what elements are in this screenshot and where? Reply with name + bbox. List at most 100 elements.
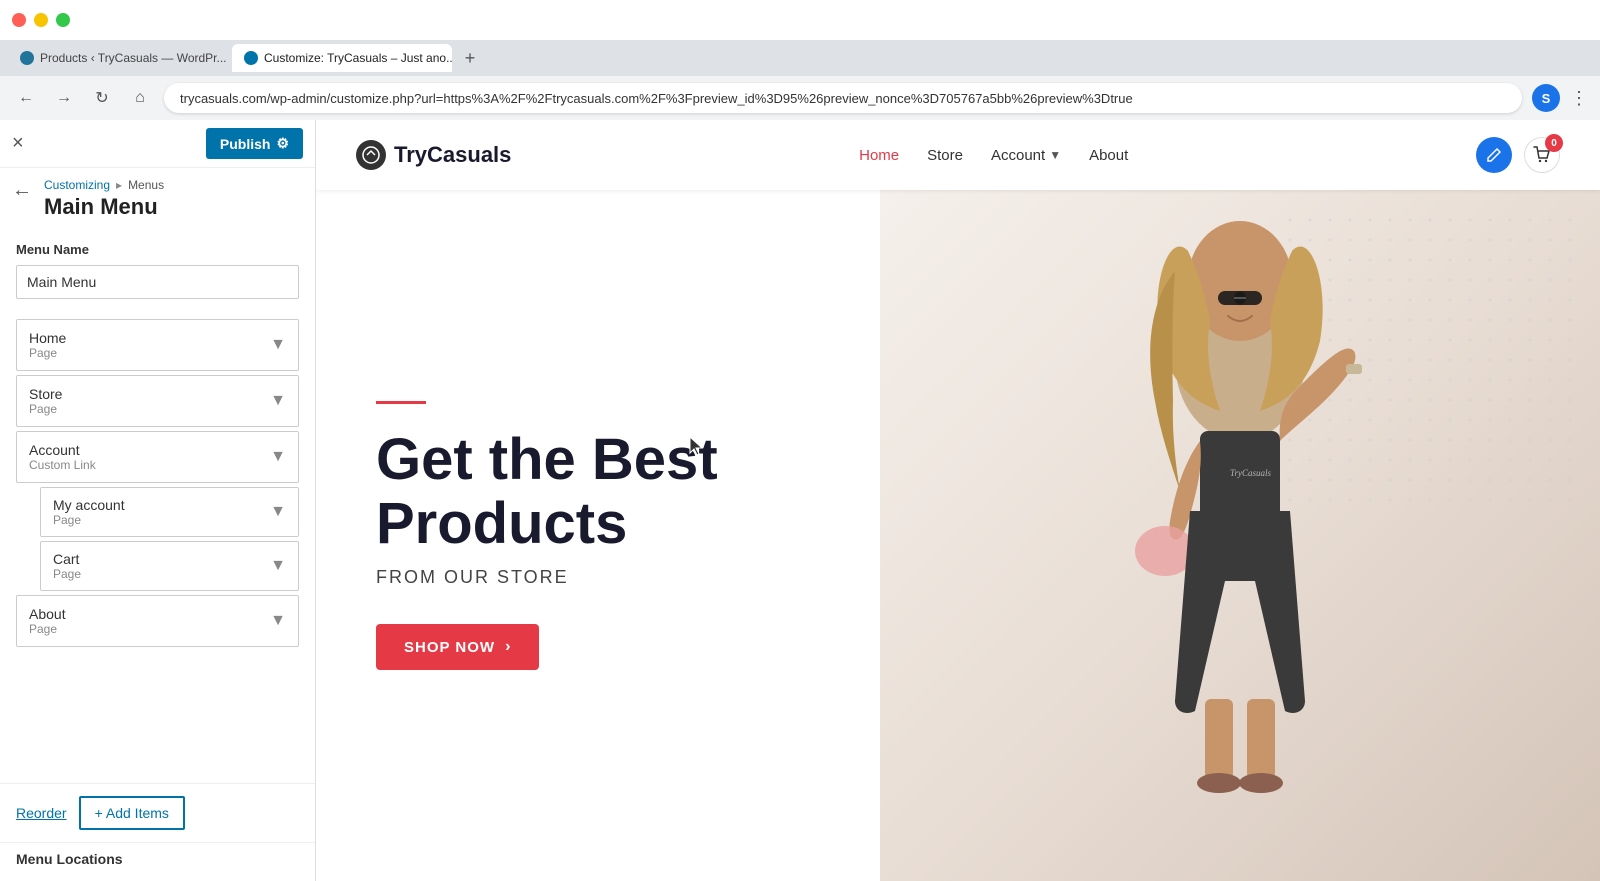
address-bar: ← → ↻ ⌂ S ⋮ bbox=[0, 76, 1600, 120]
publish-button[interactable]: Publish ⚙ bbox=[206, 128, 303, 159]
browser-menu-button[interactable]: ⋮ bbox=[1570, 88, 1588, 109]
back-to-customizing-button[interactable]: ← bbox=[0, 168, 44, 212]
tabs-bar: Products ‹ TryCasuals — WordPr... × Cust… bbox=[0, 40, 1600, 76]
back-icon: ← bbox=[18, 89, 34, 107]
tab-favicon-products bbox=[20, 51, 34, 65]
nav-link-home[interactable]: Home bbox=[859, 147, 899, 164]
shop-now-button[interactable]: SHOP NOW › bbox=[376, 624, 539, 670]
menu-items-list: Home Page ▼ Store Page ▼ Account Custom … bbox=[0, 311, 315, 783]
menu-item-cart-type: Page bbox=[53, 567, 81, 581]
menu-item-myaccount-type: Page bbox=[53, 513, 125, 527]
window-minimize-btn[interactable] bbox=[34, 13, 48, 27]
menu-item-account[interactable]: Account Custom Link ▼ bbox=[16, 431, 299, 483]
nav-link-about[interactable]: About bbox=[1089, 147, 1128, 164]
menu-item-myaccount-arrow: ▼ bbox=[270, 503, 286, 521]
menu-item-account-type: Custom Link bbox=[29, 458, 96, 472]
menu-item-home-type: Page bbox=[29, 346, 66, 360]
shop-arrow-icon: › bbox=[505, 638, 511, 656]
menu-item-cart-name: Cart bbox=[53, 551, 81, 567]
menu-actions: Reorder + Add Items bbox=[0, 783, 315, 842]
window-controls bbox=[12, 13, 70, 27]
nav-account-label: Account bbox=[991, 147, 1045, 164]
cart-badge: 0 bbox=[1545, 134, 1563, 152]
menu-item-account-name: Account bbox=[29, 442, 96, 458]
account-dropdown-icon: ▼ bbox=[1049, 148, 1061, 162]
tab-label-products: Products ‹ TryCasuals — WordPr... bbox=[40, 51, 227, 65]
menu-name-label: Menu Name bbox=[16, 242, 299, 257]
hero-divider bbox=[376, 401, 426, 404]
menu-item-store-arrow: ▼ bbox=[270, 392, 286, 410]
browser-chrome: Products ‹ TryCasuals — WordPr... × Cust… bbox=[0, 0, 1600, 120]
tab-label-customize: Customize: TryCasuals – Just ano... bbox=[264, 51, 452, 65]
hero-heading: Get the Best Products bbox=[376, 428, 856, 556]
hero-subheading: FROM OUR STORE bbox=[376, 567, 856, 588]
forward-icon: → bbox=[56, 89, 72, 107]
customizer-close-button[interactable]: × bbox=[12, 132, 24, 155]
header-icons: 0 bbox=[1476, 137, 1560, 173]
menu-name-section: Menu Name bbox=[0, 230, 315, 311]
customizer-topbar: × Publish ⚙ bbox=[0, 120, 315, 168]
forward-button[interactable]: → bbox=[50, 84, 78, 112]
svg-text:TryCasuals: TryCasuals bbox=[1230, 468, 1272, 478]
hero-image: TryCasuals bbox=[880, 190, 1600, 881]
menu-item-about-arrow: ▼ bbox=[270, 612, 286, 630]
breadcrumb: Customizing ▸ Menus bbox=[44, 178, 315, 192]
menu-locations-label: Menu Locations bbox=[16, 851, 123, 867]
menu-item-account-arrow: ▼ bbox=[270, 448, 286, 466]
tab-favicon-customize bbox=[244, 51, 258, 65]
menu-item-cart-arrow: ▼ bbox=[270, 557, 286, 575]
breadcrumb-current: Menus bbox=[128, 178, 164, 192]
reorder-button[interactable]: Reorder bbox=[16, 805, 67, 821]
menu-item-home-name: Home bbox=[29, 330, 66, 346]
edit-pencil-button[interactable] bbox=[1476, 137, 1512, 173]
preview-area: TryCasuals Home Store Account ▼ About bbox=[316, 120, 1600, 881]
menu-item-cart[interactable]: Cart Page ▼ bbox=[40, 541, 299, 591]
menu-item-about-type: Page bbox=[29, 622, 66, 636]
menu-item-store[interactable]: Store Page ▼ bbox=[16, 375, 299, 427]
main-layout: × Publish ⚙ ← Customizing ▸ Menus Main M… bbox=[0, 120, 1600, 881]
window-close-btn[interactable] bbox=[12, 13, 26, 27]
logo-icon bbox=[356, 140, 386, 170]
home-icon: ⌂ bbox=[135, 89, 145, 107]
tab-products[interactable]: Products ‹ TryCasuals — WordPr... × bbox=[8, 44, 228, 72]
breadcrumb-parent-link[interactable]: Customizing bbox=[44, 178, 110, 192]
hero-heading-line1: Get the Best bbox=[376, 427, 718, 492]
menu-item-home-arrow: ▼ bbox=[270, 336, 286, 354]
profile-button[interactable]: S bbox=[1532, 84, 1560, 112]
site-header: TryCasuals Home Store Account ▼ About bbox=[316, 120, 1600, 190]
publish-label: Publish bbox=[220, 136, 271, 152]
title-bar bbox=[0, 0, 1600, 40]
menu-item-about-name: About bbox=[29, 606, 66, 622]
menu-item-about[interactable]: About Page ▼ bbox=[16, 595, 299, 647]
nav-link-store[interactable]: Store bbox=[927, 147, 963, 164]
back-button[interactable]: ← bbox=[12, 84, 40, 112]
customizer-sidebar: × Publish ⚙ ← Customizing ▸ Menus Main M… bbox=[0, 120, 316, 881]
tab-customize[interactable]: Customize: TryCasuals – Just ano... × bbox=[232, 44, 452, 72]
add-items-button[interactable]: + Add Items bbox=[79, 796, 185, 830]
menu-locations-section: Menu Locations bbox=[0, 842, 315, 881]
menu-item-store-name: Store bbox=[29, 386, 62, 402]
home-button[interactable]: ⌂ bbox=[126, 84, 154, 112]
window-maximize-btn[interactable] bbox=[56, 13, 70, 27]
address-input[interactable] bbox=[164, 83, 1522, 113]
menu-name-input[interactable] bbox=[16, 265, 299, 299]
menu-item-myaccount[interactable]: My account Page ▼ bbox=[40, 487, 299, 537]
hero-section: Get the Best Products FROM OUR STORE SHO… bbox=[316, 190, 1600, 881]
shop-now-label: SHOP NOW bbox=[404, 639, 495, 656]
cart-button[interactable]: 0 bbox=[1524, 137, 1560, 173]
site-nav: Home Store Account ▼ About bbox=[859, 147, 1128, 164]
section-title: Main Menu bbox=[44, 194, 315, 220]
back-chevron-icon: ← bbox=[12, 179, 32, 202]
close-icon: × bbox=[12, 132, 24, 155]
hero-heading-line2: Products bbox=[376, 491, 627, 556]
breadcrumb-area: ← Customizing ▸ Menus Main Menu bbox=[0, 168, 315, 230]
refresh-icon: ↻ bbox=[95, 88, 108, 108]
menu-item-myaccount-name: My account bbox=[53, 497, 125, 513]
menu-item-store-type: Page bbox=[29, 402, 62, 416]
new-tab-button[interactable]: + bbox=[456, 44, 484, 72]
woman-figure: TryCasuals bbox=[990, 201, 1490, 881]
menu-item-home[interactable]: Home Page ▼ bbox=[16, 319, 299, 371]
nav-link-account[interactable]: Account ▼ bbox=[991, 147, 1061, 164]
refresh-button[interactable]: ↻ bbox=[88, 84, 116, 112]
breadcrumb-separator: ▸ bbox=[116, 178, 122, 192]
